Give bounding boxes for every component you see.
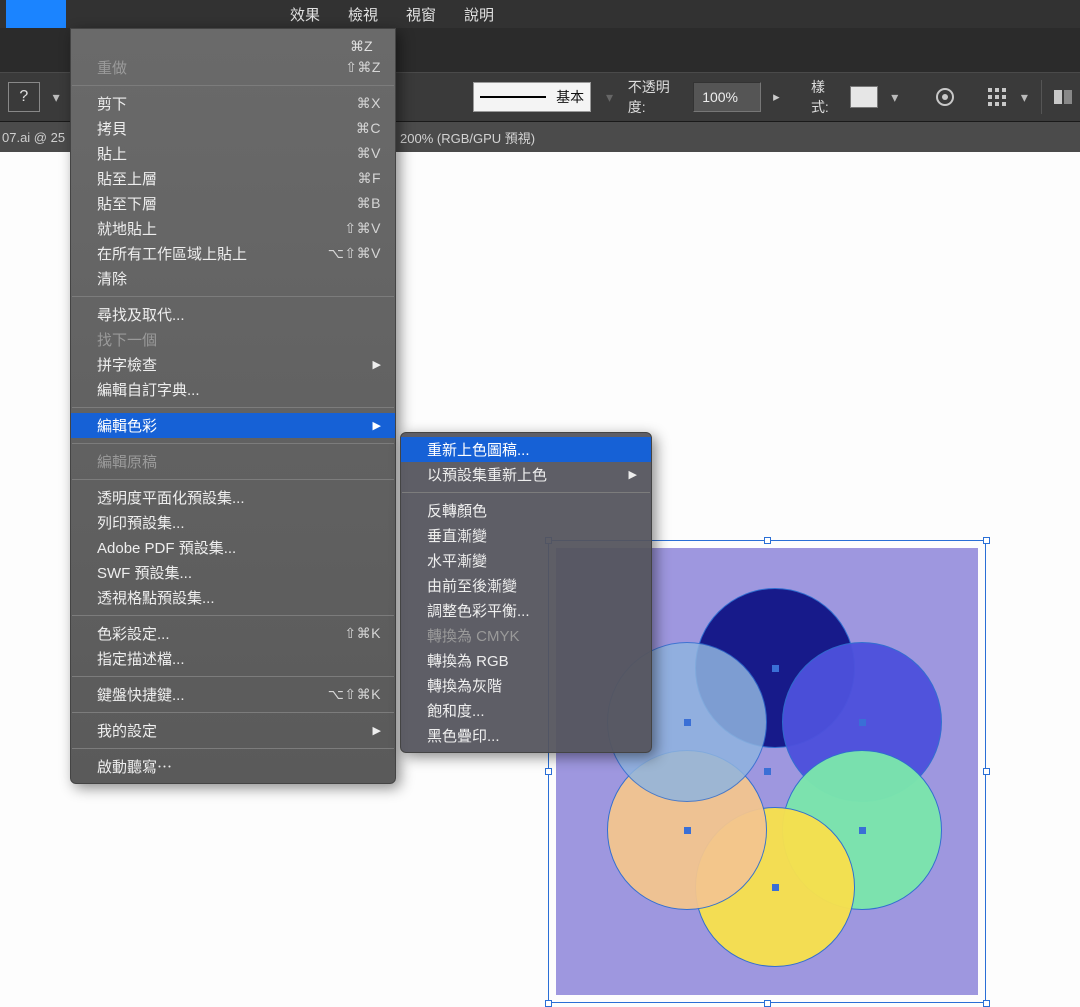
selection-handle[interactable] [545,768,552,775]
menubar: 效果 檢視 視窗 說明 [0,0,1080,28]
opacity-label: 不透明度: [628,77,683,117]
toolbar-separator [1041,80,1042,114]
menu-find-next: 找下一個 [71,327,395,352]
submenu-arrow-icon: ▶ [355,419,381,432]
menu-pdf-presets[interactable]: Adobe PDF 預設集... [71,535,395,560]
menubar-edit-active[interactable] [6,0,66,28]
menu-dictation[interactable]: 啟動聽寫⋯ [71,754,395,779]
submenu-recolor-artwork[interactable]: 重新上色圖稿... [401,437,651,462]
menu-separator [72,296,394,297]
anchor-point[interactable] [764,768,771,775]
stroke-preset-label: 基本 [556,87,590,107]
anchor-point[interactable] [859,719,866,726]
doc-tab-left-fragment[interactable]: 07.ai @ 25 [0,130,80,145]
menu-separator [72,712,394,713]
submenu-saturate[interactable]: 飽和度... [401,698,651,723]
menu-copy[interactable]: 拷貝⌘C [71,116,395,141]
menubar-effects[interactable]: 效果 [276,4,334,25]
menu-find-replace[interactable]: 尋找及取代... [71,302,395,327]
menu-separator [72,85,394,86]
menu-paste-in-place[interactable]: 就地貼上⇧⌘V [71,216,395,241]
anchor-point[interactable] [772,884,779,891]
style-swatch[interactable] [850,86,878,108]
submenu-adjust-balance[interactable]: 調整色彩平衡... [401,598,651,623]
help-button[interactable]: ? [8,82,40,112]
submenu-overprint-black[interactable]: 黑色疊印... [401,723,651,748]
menu-my-settings[interactable]: 我的設定▶ [71,718,395,743]
submenu-arrow-icon: ▶ [611,468,637,481]
menubar-view[interactable]: 檢視 [334,4,392,25]
menu-swf-presets[interactable]: SWF 預設集... [71,560,395,585]
menu-perspective-presets[interactable]: 透視格點預設集... [71,585,395,610]
menubar-window[interactable]: 視窗 [392,4,450,25]
menu-edit-original: 編輯原稿 [71,449,395,474]
menu-redo: 重做⇧⌘Z [71,55,395,80]
stroke-preset-dropdown[interactable]: 基本 [473,82,592,112]
style-label: 樣式: [811,77,841,117]
recolor-icon[interactable] [934,85,956,109]
style-dd-icon[interactable]: ▾ [888,89,901,106]
menubar-help[interactable]: 說明 [450,4,508,25]
anchor-point[interactable] [772,665,779,672]
menu-spell-check[interactable]: 拼字檢查▶ [71,352,395,377]
menu-separator [72,443,394,444]
menu-separator [72,676,394,677]
selection-handle[interactable] [764,1000,771,1007]
menu-assign-profile[interactable]: 指定描述檔... [71,646,395,671]
submenu-convert-rgb[interactable]: 轉換為 RGB [401,648,651,673]
selection-handle[interactable] [545,1000,552,1007]
opacity-step-icon[interactable]: ▸ [771,89,782,105]
submenu-convert-cmyk: 轉換為 CMYK [401,623,651,648]
stroke-line-preview [480,96,547,98]
menu-cut[interactable]: 剪下⌘X [71,91,395,116]
selection-handle[interactable] [983,768,990,775]
menu-paste-back[interactable]: 貼至下層⌘B [71,191,395,216]
align-panel-icon[interactable] [986,85,1008,109]
opacity-input[interactable]: 100% [693,82,761,112]
menu-separator [402,492,650,493]
menu-separator [72,748,394,749]
menu-keyboard-shortcuts[interactable]: 鍵盤快捷鍵...⌥⇧⌘K [71,682,395,707]
anchor-point[interactable] [684,827,691,834]
submenu-convert-grayscale[interactable]: 轉換為灰階 [401,673,651,698]
menu-edit-colors[interactable]: 編輯色彩▶ [71,413,395,438]
help-dropdown-icon[interactable]: ▾ [50,82,63,112]
submenu-invert-colors[interactable]: 反轉顏色 [401,498,651,523]
submenu-arrow-icon: ▶ [355,358,381,371]
stroke-preset-dd-icon[interactable]: ▾ [601,89,618,106]
anchor-point[interactable] [684,719,691,726]
selection-handle[interactable] [764,537,771,544]
menu-paste-front[interactable]: 貼至上層⌘F [71,166,395,191]
menu-clear[interactable]: 清除 [71,266,395,291]
menu-print-presets[interactable]: 列印預設集... [71,510,395,535]
menu-paste-all-artboards[interactable]: 在所有工作區域上貼上⌥⇧⌘V [71,241,395,266]
selection-handle[interactable] [983,537,990,544]
selection-handle[interactable] [983,1000,990,1007]
edit-menu: 還原⌘Z 重做⇧⌘Z 剪下⌘X 拷貝⌘C 貼上⌘V 貼至上層⌘F 貼至下層⌘B … [70,28,396,784]
menu-separator [72,479,394,480]
align-dd-icon[interactable]: ▾ [1018,89,1031,106]
menu-separator [72,615,394,616]
menu-color-settings[interactable]: 色彩設定...⇧⌘K [71,621,395,646]
menu-transparency-presets[interactable]: 透明度平面化預設集... [71,485,395,510]
transform-panel-icon[interactable] [1052,85,1074,109]
menu-undo-shortcut-visible: ⌘Z [350,38,373,55]
submenu-blend-vertical[interactable]: 垂直漸變 [401,523,651,548]
submenu-recolor-preset[interactable]: 以預設集重新上色▶ [401,462,651,487]
anchor-point[interactable] [859,827,866,834]
submenu-blend-horizontal[interactable]: 水平漸變 [401,548,651,573]
menu-paste[interactable]: 貼上⌘V [71,141,395,166]
menu-edit-dictionary[interactable]: 編輯自訂字典... [71,377,395,402]
submenu-blend-front-back[interactable]: 由前至後漸變 [401,573,651,598]
menu-separator [72,407,394,408]
submenu-arrow-icon: ▶ [355,724,381,737]
edit-colors-submenu: 重新上色圖稿... 以預設集重新上色▶ 反轉顏色 垂直漸變 水平漸變 由前至後漸… [400,432,652,753]
